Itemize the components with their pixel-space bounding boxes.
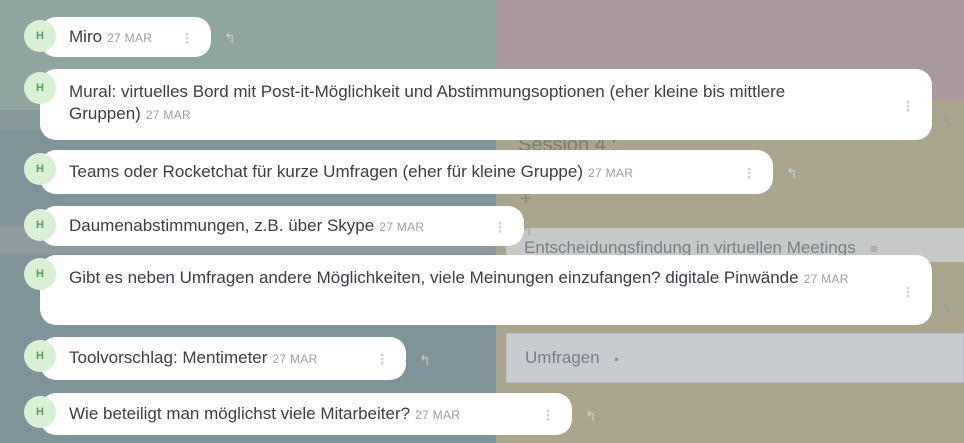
description-lines-icon: ≡	[870, 242, 878, 256]
comment-icon: ▪	[614, 352, 619, 366]
more-vertical-icon[interactable]: ⋮	[541, 404, 555, 426]
reply-icon[interactable]: ↰	[419, 352, 431, 369]
comment-text: Miro	[69, 27, 103, 46]
comment-date: 27 MAR	[588, 166, 634, 180]
board-card-umfragen[interactable]: Umfragen ▪	[506, 333, 964, 383]
avatar[interactable]: H	[24, 258, 56, 290]
more-vertical-icon[interactable]: ⋮	[901, 281, 915, 303]
comment-bubble: Toolvorschlag: Mentimeter 27 MAR ⋮	[40, 337, 406, 380]
avatar[interactable]: H	[24, 153, 56, 185]
reply-icon[interactable]: ↰	[786, 165, 798, 182]
comment-date: 27 MAR	[107, 31, 153, 45]
comment-date: 27 MAR	[272, 352, 318, 366]
reply-icon[interactable]: ↰	[585, 408, 597, 425]
comment-text: Teams oder Rocketchat für kurze Umfragen…	[69, 162, 584, 181]
comment-bubble: Wie beteiligt man möglichst viele Mitarb…	[40, 393, 572, 435]
more-vertical-icon[interactable]: ⋮	[180, 27, 194, 49]
more-vertical-icon[interactable]: ⋮	[901, 95, 915, 117]
comment-bubble: Daumenabstimmungen, z.B. über Skype 27 MA…	[40, 206, 524, 246]
comment-date: 27 MAR	[379, 220, 425, 234]
more-vertical-icon[interactable]: ⋮	[375, 348, 389, 370]
reply-icon: ↰	[941, 300, 953, 316]
comment-bubble: Teams oder Rocketchat für kurze Umfragen…	[40, 150, 773, 194]
comment-text: Wie beteiligt man möglichst viele Mitarb…	[69, 404, 411, 423]
comment-bubble: Gibt es neben Umfragen andere Möglichkei…	[40, 255, 932, 325]
avatar[interactable]: H	[24, 20, 56, 52]
avatar[interactable]: H	[24, 209, 56, 241]
comment-date: 27 MAR	[145, 108, 191, 122]
comment-text: Gibt es neben Umfragen andere Möglichkei…	[69, 268, 799, 287]
board-card-label: Umfragen	[525, 348, 600, 367]
more-vertical-icon[interactable]: ⋮	[742, 162, 756, 184]
avatar[interactable]: H	[24, 72, 56, 104]
comment-date: 27 MAR	[803, 272, 849, 286]
reply-icon[interactable]: ↰	[224, 30, 236, 47]
more-vertical-icon[interactable]: ⋮	[493, 216, 507, 238]
comment-bubble: Mural: virtuelles Bord mit Post-it-Mögli…	[40, 69, 932, 140]
comment-bubble: Miro 27 MAR ⋮	[40, 17, 211, 57]
comment-text: Toolvorschlag: Mentimeter	[69, 348, 268, 367]
avatar[interactable]: H	[24, 396, 56, 428]
comment-date: 27 MAR	[415, 408, 461, 422]
comment-text: Daumenabstimmungen, z.B. über Skype	[69, 216, 375, 235]
reply-icon: ↰	[941, 114, 953, 130]
avatar[interactable]: H	[24, 340, 56, 372]
